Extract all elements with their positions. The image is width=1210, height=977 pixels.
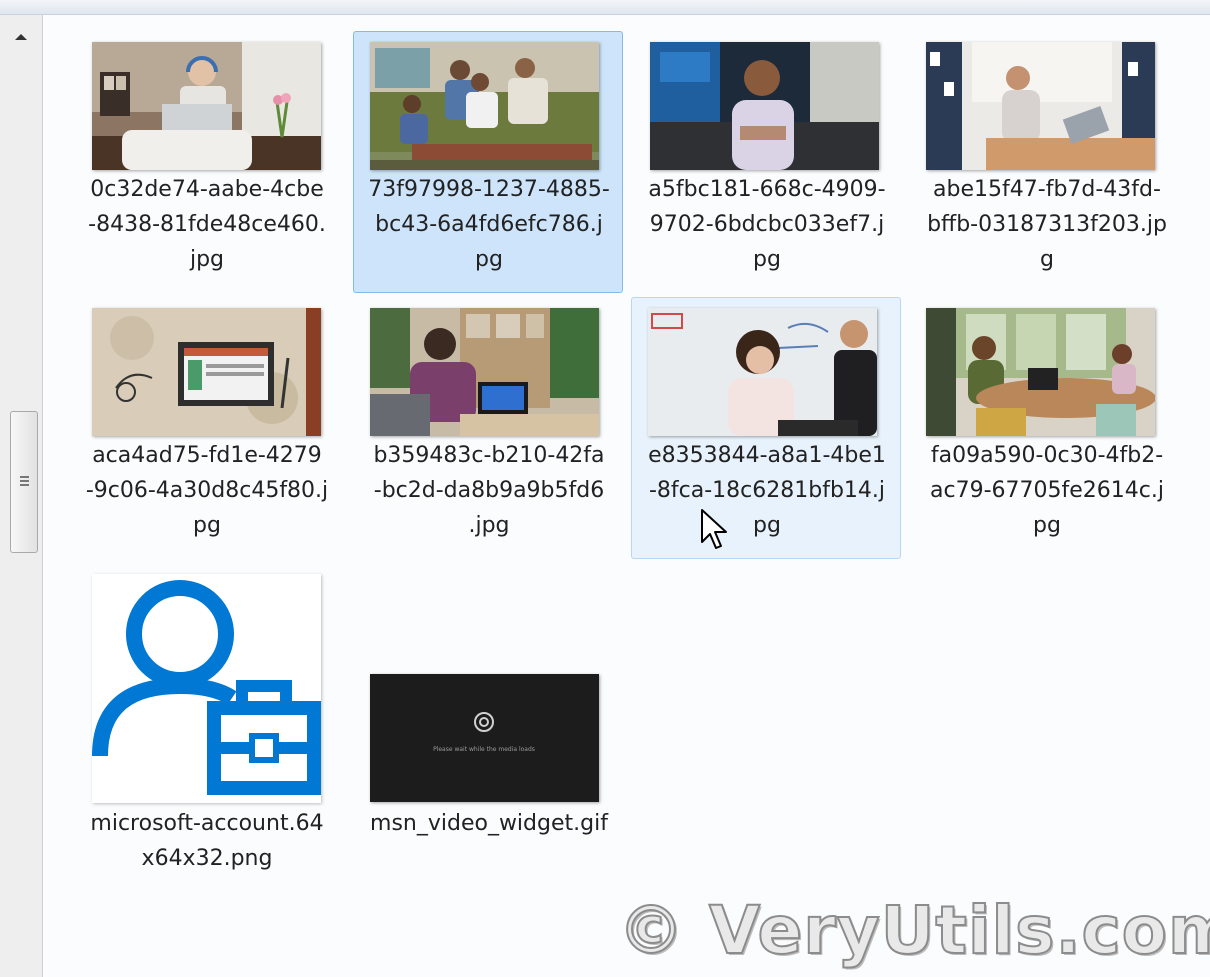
file-name: e8353844-a8a1-4be1 -8fca-18c6281bfb14.j … [648, 443, 886, 538]
file-item[interactable]: e8353844-a8a1-4be1 -8fca-18c6281bfb14.j … [631, 297, 901, 559]
file-thumbnail [926, 42, 1155, 170]
file-thumbnail: Please wait while the media loads [370, 674, 599, 802]
watermark: © VeryUtils.com [617, 891, 1210, 970]
file-thumbnail [648, 308, 877, 436]
file-view: 0c32de74-aabe-4cbe -8438-81fde48ce460. j… [43, 15, 1210, 977]
account-briefcase-icon [92, 574, 321, 803]
video-widget-text: Please wait while the media loads [433, 746, 535, 753]
photo-man-laptop-shelf-icon [370, 308, 599, 436]
mouse-cursor-icon [701, 509, 727, 549]
file-name: b359483c-b210-42fa -bc2d-da8b9a9b5fd6 .j… [373, 443, 605, 538]
file-thumbnail [92, 574, 321, 803]
file-name: msn_video_widget.gif [370, 811, 608, 836]
video-widget-thumbnail: Please wait while the media loads [370, 674, 599, 802]
photo-woman-desk-icon [926, 42, 1155, 170]
file-name: a5fbc181-668c-4909- 9702-6bdcbc033ef7.j … [648, 177, 886, 272]
file-thumbnail [650, 42, 879, 170]
file-thumbnail [926, 308, 1155, 436]
photo-woman-whiteboard-icon [648, 308, 877, 436]
grip-icon [19, 476, 29, 488]
photo-man-office-icon [650, 42, 879, 170]
file-thumbnail [92, 42, 321, 170]
file-name: 0c32de74-aabe-4cbe -8438-81fde48ce460. j… [88, 177, 326, 272]
file-thumbnail [370, 42, 599, 170]
file-item[interactable]: microsoft-account.64 x64x32.png [75, 563, 337, 893]
file-item[interactable]: 73f97998-1237-4885- bc43-6a4fd6efc786.j … [353, 31, 623, 293]
file-item[interactable]: Please wait while the media loads msn_vi… [353, 563, 623, 893]
photo-laptop-desk-icon [92, 308, 321, 436]
photo-women-table-icon [926, 308, 1155, 436]
file-item[interactable]: a5fbc181-668c-4909- 9702-6bdcbc033ef7.j … [635, 31, 897, 293]
file-name: 73f97998-1237-4885- bc43-6a4fd6efc786.j … [368, 177, 610, 272]
file-name: abe15f47-fb7d-43fd- bffb-03187313f203.jp… [927, 177, 1167, 272]
photo-man-laptop-icon [92, 42, 321, 170]
vertical-scrollbar[interactable] [0, 15, 43, 977]
file-item[interactable]: fa09a590-0c30-4fb2- ac79-67705fe2614c.j … [915, 297, 1177, 559]
file-thumbnail [370, 308, 599, 436]
file-thumbnail [92, 308, 321, 436]
file-item[interactable]: aca4ad75-fd1e-4279 -9c06-4a30d8c45f80.j … [75, 297, 337, 559]
chevron-up-icon [15, 33, 27, 40]
scroll-up-button[interactable] [4, 21, 38, 51]
file-item[interactable]: b359483c-b210-42fa -bc2d-da8b9a9b5fd6 .j… [353, 297, 623, 559]
scrollbar-thumb[interactable] [10, 411, 38, 553]
file-item[interactable]: 0c32de74-aabe-4cbe -8438-81fde48ce460. j… [75, 31, 337, 293]
photo-family-tablet-icon [370, 42, 599, 170]
file-item[interactable]: abe15f47-fb7d-43fd- bffb-03187313f203.jp… [915, 31, 1177, 293]
toolbar-edge [0, 0, 1210, 15]
file-name: fa09a590-0c30-4fb2- ac79-67705fe2614c.j … [930, 443, 1164, 538]
file-name: aca4ad75-fd1e-4279 -9c06-4a30d8c45f80.j … [85, 443, 329, 538]
file-name: microsoft-account.64 x64x32.png [90, 811, 324, 871]
